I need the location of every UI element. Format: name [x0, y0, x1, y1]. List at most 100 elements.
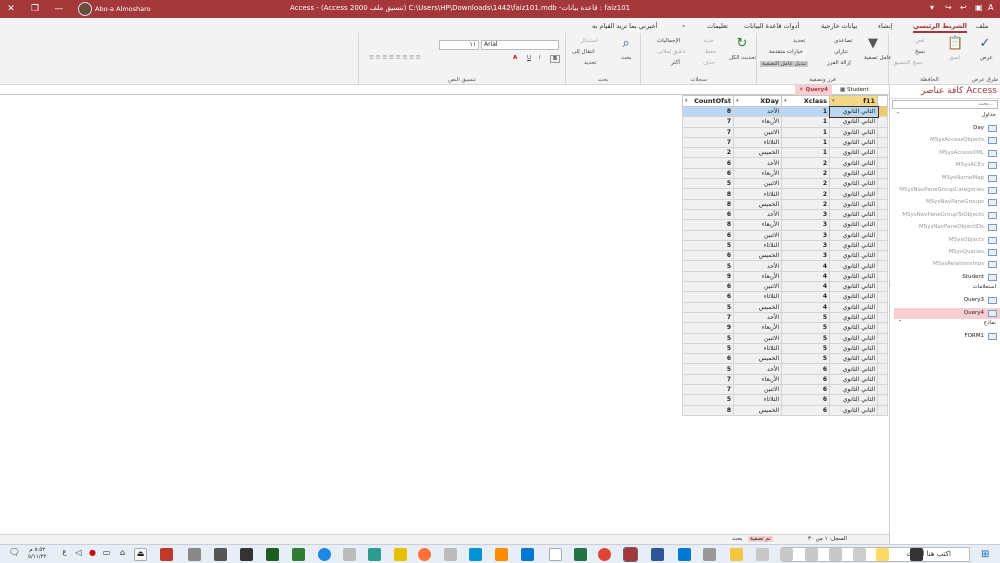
- cell-xday[interactable]: الاثنين: [733, 332, 782, 344]
- restore-window-icon[interactable]: ❐: [26, 3, 44, 15]
- save-icon[interactable]: ▣: [975, 3, 983, 12]
- notifications-icon[interactable]: 🗨: [8, 548, 21, 561]
- mail-icon[interactable]: [521, 548, 534, 561]
- col-header-f11[interactable]: ▾ f11: [829, 95, 878, 107]
- table-row[interactable]: 8 الأربعاء 3 الثاني الثانوي: [682, 219, 888, 231]
- cell-f11[interactable]: الثاني الثانوي: [829, 291, 878, 303]
- nav-item-msysnavpaneobjectids[interactable]: MSysNavPaneObjectIDs: [894, 222, 1000, 233]
- nav-section-tables[interactable]: ⌃ جداول: [896, 112, 996, 118]
- redo-icon[interactable]: ↪: [945, 3, 952, 12]
- refresh-all-button[interactable]: تحديث الكل: [729, 55, 756, 61]
- delete-record-button[interactable]: حذف: [703, 60, 715, 66]
- font-color-icon[interactable]: A: [513, 55, 517, 61]
- selection-button[interactable]: تحديد: [793, 38, 805, 44]
- app-icon[interactable]: [394, 548, 407, 561]
- cell-xday[interactable]: الثلاثاء: [733, 136, 782, 149]
- cell-f11[interactable]: الثاني الثانوي: [829, 157, 878, 169]
- app-icon[interactable]: [703, 548, 716, 561]
- cell-f11[interactable]: الثاني الثانوي: [829, 229, 878, 241]
- cell-countofst[interactable]: 8: [682, 198, 734, 210]
- more-button[interactable]: أكثر: [671, 60, 680, 66]
- format-painter-button[interactable]: نسخ التنسيق: [893, 60, 922, 66]
- qat-dropdown-icon[interactable]: ▾: [930, 3, 934, 12]
- doctab-student[interactable]: ▦ Student: [836, 85, 873, 95]
- table-row[interactable]: 5 الأحد 6 الثاني الثانوي: [682, 363, 888, 375]
- table-row[interactable]: 5 الثلاثاء 6 الثاني الثانوي: [682, 394, 888, 406]
- row-selector[interactable]: [877, 404, 888, 416]
- cell-f11[interactable]: الثاني الثانوي: [829, 270, 878, 283]
- row-selector[interactable]: [877, 178, 888, 190]
- status-search[interactable]: بحث: [732, 536, 742, 542]
- table-row[interactable]: 6 الأربعاء 2 الثاني الثانوي: [682, 167, 888, 180]
- row-selector[interactable]: [877, 198, 888, 210]
- app-icon[interactable]: [549, 548, 562, 561]
- cell-f11[interactable]: الثاني الثانوي: [829, 301, 878, 313]
- cell-f11[interactable]: الثاني الثانوي: [829, 363, 878, 375]
- undo-icon[interactable]: ↩: [960, 3, 967, 12]
- table-row[interactable]: 7 الاثنين 6 الثاني الثانوي: [682, 384, 888, 396]
- cell-xclass[interactable]: 4: [781, 281, 830, 293]
- cell-f11[interactable]: الثاني الثانوي: [829, 239, 878, 252]
- cell-xday[interactable]: الثلاثاء: [733, 342, 782, 355]
- battery-icon[interactable]: ▭: [100, 548, 113, 561]
- cell-countofst[interactable]: 6: [682, 157, 734, 169]
- cell-countofst[interactable]: 6: [682, 353, 734, 365]
- app-icon[interactable]: [160, 548, 173, 561]
- cell-countofst[interactable]: 8: [682, 188, 734, 200]
- table-row[interactable]: 5 الثلاثاء 5 الثاني الثانوي: [682, 342, 888, 355]
- select-all-corner[interactable]: [877, 95, 888, 107]
- filter-status-badge[interactable]: تم تصفية: [748, 536, 773, 542]
- table-row[interactable]: 6 الأحد 2 الثاني الثانوي: [682, 157, 888, 169]
- cell-xday[interactable]: الخميس: [733, 353, 782, 365]
- volume-icon[interactable]: ◁: [72, 548, 85, 561]
- cell-xclass[interactable]: 3: [781, 229, 830, 241]
- cell-countofst[interactable]: 8: [682, 105, 734, 118]
- table-row[interactable]: 5 الاثنين 5 الثاني الثانوي: [682, 332, 888, 344]
- table-row[interactable]: 8 الأحد 1 الثاني الثانوي: [682, 105, 888, 118]
- cell-xclass[interactable]: 1: [781, 136, 830, 149]
- cell-xclass[interactable]: 5: [781, 332, 830, 344]
- cell-xclass[interactable]: 3: [781, 250, 830, 262]
- cell-countofst[interactable]: 8: [682, 219, 734, 231]
- paste-icon[interactable]: 📋: [947, 36, 963, 52]
- cell-xday[interactable]: الخميس: [733, 404, 782, 416]
- nav-item-query4[interactable]: Query4: [894, 307, 1000, 319]
- cell-xclass[interactable]: 1: [781, 116, 830, 128]
- firefox-icon[interactable]: [418, 548, 431, 561]
- app-icon[interactable]: [343, 548, 356, 561]
- cell-countofst[interactable]: 9: [682, 270, 734, 283]
- cell-xclass[interactable]: 2: [781, 167, 830, 180]
- save-record-button[interactable]: حفظ: [705, 49, 716, 55]
- nav-section-queries[interactable]: ⌃استعلامات: [886, 284, 996, 290]
- cell-xday[interactable]: الأربعاء: [733, 322, 782, 334]
- tab-home[interactable]: الشريط الرئيسي: [913, 22, 967, 33]
- bold-icon[interactable]: B: [550, 55, 561, 63]
- cell-f11[interactable]: الثاني الثانوي: [829, 281, 878, 293]
- cell-f11[interactable]: الثاني الثانوي: [829, 136, 878, 149]
- cell-xclass[interactable]: 3: [781, 239, 830, 252]
- cell-xclass[interactable]: 5: [781, 342, 830, 355]
- cell-f11[interactable]: الثاني الثانوي: [829, 404, 878, 416]
- italic-icon[interactable]: I: [539, 55, 541, 61]
- sort-ascending-button[interactable]: تصاعدي: [834, 38, 852, 44]
- app-icon[interactable]: [853, 548, 866, 561]
- dropbox-icon[interactable]: [678, 548, 691, 561]
- cell-xday[interactable]: الأحد: [733, 260, 782, 272]
- cell-countofst[interactable]: 7: [682, 136, 734, 149]
- col-header-countofst[interactable]: ▾ CountOfst: [682, 95, 734, 107]
- cut-button[interactable]: قص: [915, 38, 924, 44]
- cell-xclass[interactable]: 2: [781, 188, 830, 200]
- tell-me-input[interactable]: أخبرني بما تريد القيام به: [592, 22, 657, 30]
- cell-xclass[interactable]: 3: [781, 208, 830, 221]
- sys-tray-icon[interactable]: ⏏: [134, 548, 147, 561]
- select-button[interactable]: تحديد: [584, 60, 596, 66]
- row-selector[interactable]: [877, 188, 888, 200]
- nav-item-msysobjects[interactable]: MSysObjects: [894, 235, 1000, 246]
- cell-xday[interactable]: الثلاثاء: [733, 188, 782, 200]
- cell-countofst[interactable]: 6: [682, 291, 734, 303]
- cell-xclass[interactable]: 6: [781, 404, 830, 416]
- cell-countofst[interactable]: 5: [682, 342, 734, 355]
- cell-xday[interactable]: الأحد: [733, 311, 782, 324]
- nav-item-msysrelationships[interactable]: MSysRelationships: [894, 259, 1000, 270]
- nav-item-msysaces[interactable]: MSysACEs: [894, 160, 1000, 171]
